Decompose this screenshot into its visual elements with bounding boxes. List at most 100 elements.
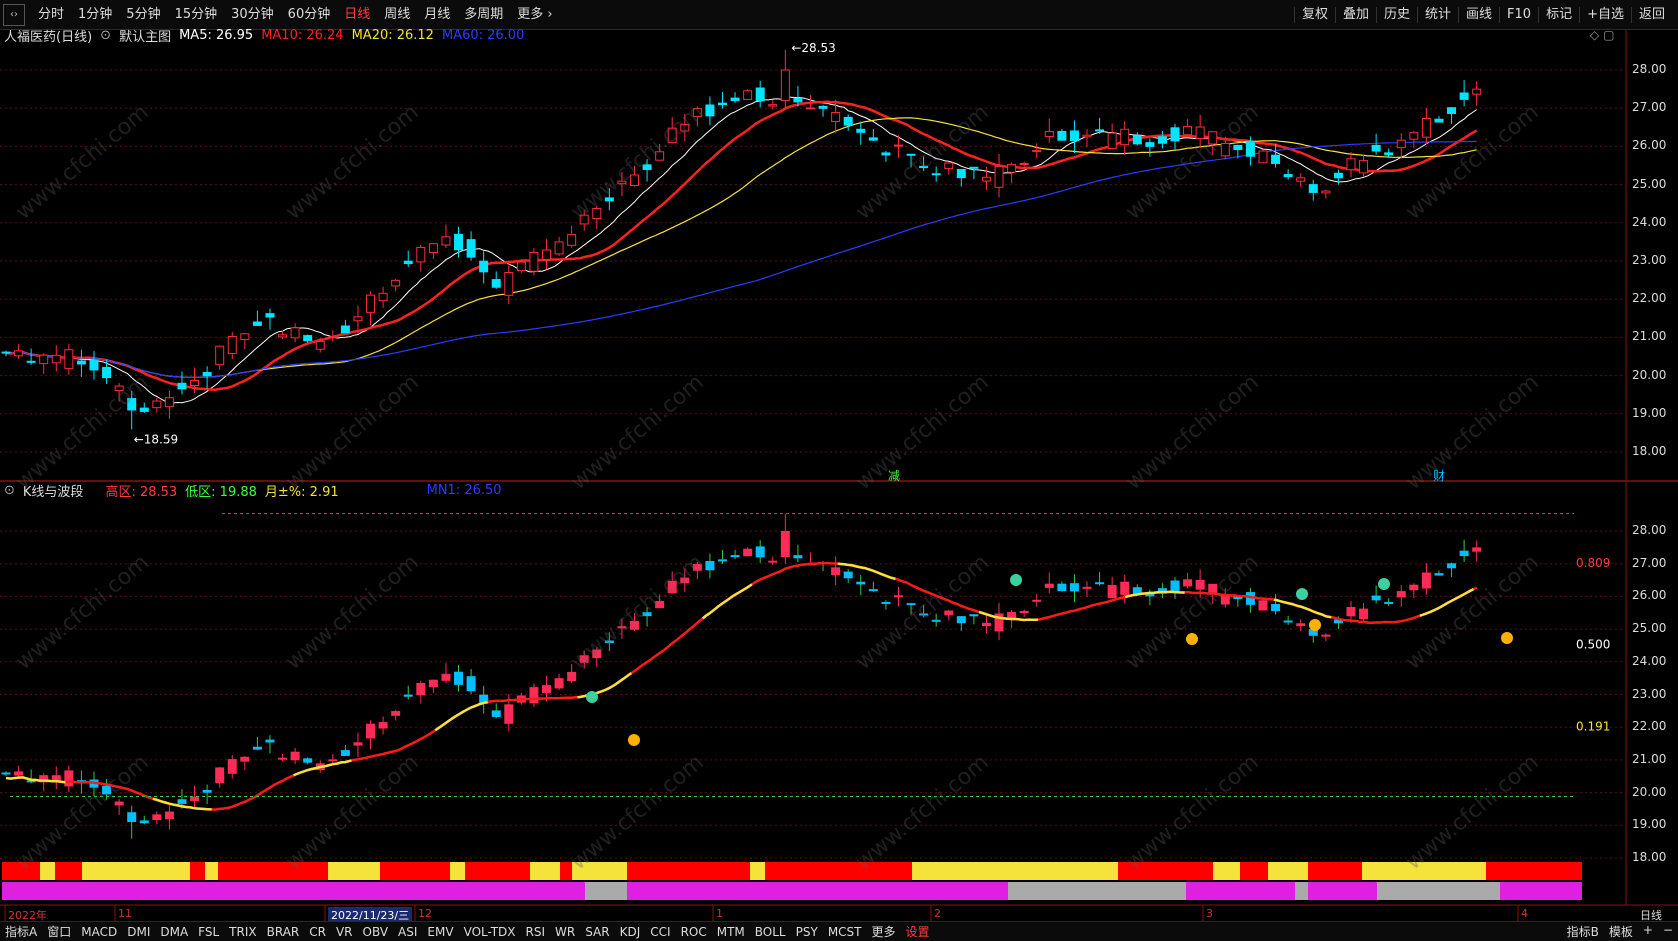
right-tab[interactable]: +	[1638, 923, 1658, 940]
sub-candle-body	[906, 603, 916, 606]
candle-body	[554, 241, 564, 255]
trend-strip	[328, 862, 380, 880]
candlestick-chart[interactable]: 0.809 0.500 0.191 ←28.53 ←18.59 减 财	[0, 0, 1678, 941]
indicator-tab[interactable]: PSY	[791, 925, 823, 939]
candle-body	[1333, 172, 1343, 179]
ma-line	[5, 140, 1477, 379]
indicator-tab[interactable]: FSL	[193, 925, 224, 939]
candle-body	[139, 407, 149, 412]
indicator-tab[interactable]: CR	[304, 925, 331, 939]
trend-strip	[1308, 862, 1362, 880]
sub-candle-body	[1283, 620, 1293, 623]
trend-strip	[1486, 862, 1582, 880]
buy-signal-icon	[628, 734, 640, 746]
sub-candle-body	[1434, 573, 1444, 576]
candle-body	[1321, 190, 1331, 194]
candle-body	[793, 97, 803, 103]
candle-body	[1434, 118, 1444, 123]
indicator-tab[interactable]: RSI	[521, 925, 551, 939]
event-marker[interactable]: 减	[888, 469, 900, 483]
date-label: 2	[934, 907, 941, 920]
indicator-tab[interactable]: MTM	[712, 925, 750, 939]
candle-body	[378, 292, 388, 302]
indicator-tab[interactable]: 更多	[867, 923, 901, 940]
candle-body	[1157, 136, 1167, 144]
candle-body	[278, 334, 288, 338]
candle-body	[190, 380, 200, 386]
sub-candle-body	[290, 751, 300, 761]
sub-candle-body	[1459, 550, 1469, 557]
right-tab[interactable]: −	[1658, 923, 1678, 940]
indicator-tab[interactable]: MCST	[823, 925, 867, 939]
candle-body	[1409, 132, 1419, 140]
high-price-marker: ←28.53	[791, 41, 835, 55]
sub-candle-body	[114, 801, 124, 806]
sub-candle-body	[692, 564, 702, 571]
candle-body	[617, 180, 627, 185]
sub-candle-body	[1346, 606, 1356, 617]
sub-candle-body	[353, 742, 363, 746]
sub-candle-body	[755, 546, 765, 558]
date-label: 12	[418, 907, 432, 920]
candle-body	[164, 397, 174, 408]
trend-strip	[1213, 862, 1240, 880]
candle-body	[1170, 127, 1180, 142]
indicator-tab[interactable]: ROC	[676, 925, 712, 939]
right-tab[interactable]: 指标B	[1562, 923, 1604, 940]
trend-strip	[1240, 862, 1268, 880]
sub-candle-body	[1472, 547, 1482, 552]
candle-body	[755, 87, 765, 102]
indicator-tab[interactable]: EMV	[422, 925, 458, 939]
sub-candle-body	[1069, 583, 1079, 592]
indicator-tab[interactable]: TRIX	[224, 925, 261, 939]
candle-body	[215, 345, 225, 366]
settings-tab[interactable]: 设置	[901, 923, 935, 940]
sub-candle-body	[278, 757, 288, 760]
candle-body	[14, 350, 24, 357]
indicator-tab[interactable]: SAR	[580, 925, 614, 939]
sub-candle-body	[705, 560, 715, 571]
indicator-tab[interactable]: BOLL	[750, 925, 791, 939]
sub-candle-body	[1120, 581, 1130, 595]
indicator-tab[interactable]: ASI	[393, 925, 422, 939]
price-tick: 20.00	[1632, 367, 1667, 382]
indicator-tab[interactable]: VR	[331, 925, 358, 939]
candle-body	[102, 366, 112, 379]
trend-strip	[627, 882, 1008, 900]
candle-body	[1057, 131, 1067, 141]
sub-candle-body	[1421, 572, 1431, 589]
candle-body	[592, 207, 602, 219]
candle-body	[1258, 150, 1268, 164]
indicator-tab[interactable]: MACD	[76, 925, 122, 939]
indicator-tab[interactable]: VOL-TDX	[459, 925, 521, 939]
candle-body	[1107, 132, 1117, 149]
sub-candle-body	[1044, 583, 1054, 588]
candle-body	[893, 144, 903, 147]
indicator-tab[interactable]: 窗口	[42, 923, 76, 940]
sell-signal-icon	[586, 691, 598, 703]
right-tab[interactable]: 模板	[1604, 923, 1638, 940]
sub-candle-body	[252, 746, 262, 750]
event-marker[interactable]: 财	[1433, 469, 1445, 483]
date-label: 4	[1521, 907, 1528, 920]
indicator-tab[interactable]: 指标A	[0, 923, 42, 940]
indicator-tab[interactable]: OBV	[358, 925, 394, 939]
candle-body	[1, 351, 11, 354]
indicator-tab[interactable]: KDJ	[615, 925, 646, 939]
candle-body	[717, 102, 727, 106]
indicator-tab[interactable]: WR	[550, 925, 580, 939]
sub-candle-body	[630, 620, 639, 630]
sub-candle-body	[843, 571, 853, 579]
indicator-tab[interactable]: DMI	[122, 925, 155, 939]
trend-strip	[912, 862, 1118, 880]
trend-strip	[585, 882, 627, 900]
candle-body	[705, 104, 715, 117]
sub-candle-body	[856, 581, 866, 585]
indicator-tab[interactable]: BRAR	[262, 925, 305, 939]
indicator-tab[interactable]: CCI	[645, 925, 675, 939]
sub-candle-body	[1321, 634, 1331, 637]
sub-candle-body	[1396, 591, 1406, 598]
indicator-tab[interactable]: DMA	[155, 925, 193, 939]
candle-body	[680, 123, 690, 132]
date-label: 1	[716, 907, 723, 920]
